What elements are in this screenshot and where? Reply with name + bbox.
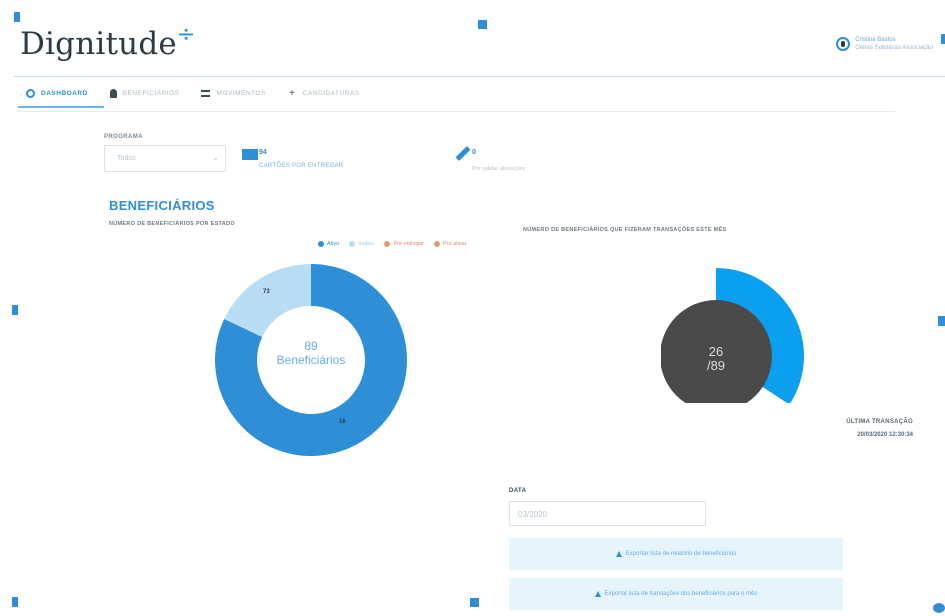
donut-total: 89 — [304, 339, 318, 353]
app-logo[interactable]: Dignitude÷ — [20, 22, 196, 62]
user-avatar-icon — [836, 37, 851, 51]
legend-swatch — [318, 241, 324, 247]
export-icon — [594, 591, 601, 597]
user-organization: Oeiras Solidárias Associação — [855, 45, 933, 51]
export-beneficiaries-label: Exportar lista de relatório de beneficiá… — [625, 551, 737, 557]
legend-item[interactable]: Por entregar — [384, 241, 424, 247]
pending-edits-link[interactable]: Por validar alterações — [472, 166, 525, 172]
export-icon — [615, 551, 622, 557]
tab-beneficiarios-label: BENEFICIÁRIOS — [122, 90, 180, 97]
logo-text: Dignitude — [20, 26, 177, 62]
pie-value: 26 — [708, 344, 724, 359]
chevron-down-icon: ⌄ — [212, 153, 219, 162]
corner-mark — [470, 598, 479, 607]
legend-swatch — [434, 241, 441, 247]
pie-chart-title: NÚMERO DE BENEFICIÁRIOS QUE FIZERAM TRAN… — [523, 227, 727, 233]
segment-value-label: 16 — [339, 419, 346, 425]
programa-select[interactable]: Todos ⌄ — [104, 145, 226, 172]
pie-chart: 26 /89 — [660, 257, 807, 412]
edits-count: 0 — [472, 149, 476, 156]
legend-item[interactable]: Por ativar — [434, 241, 467, 247]
tab-beneficiarios[interactable]: BENEFICIÁRIOS — [109, 89, 180, 98]
legend-item[interactable]: Inativo — [349, 241, 374, 247]
segment-value-label: 73 — [263, 289, 270, 295]
last-transaction-value: 20/03/2020 12:30:34 — [857, 432, 913, 438]
corner-mark — [12, 597, 18, 607]
cards-count: 94 — [259, 149, 267, 156]
pie-center-label: 26 /89 — [643, 345, 789, 373]
corner-mark — [478, 20, 487, 29]
dashboard-icon — [26, 89, 35, 98]
donut-chart: 89 Beneficiários 73 16 — [213, 262, 409, 458]
legend-item[interactable]: Ativo — [318, 241, 339, 247]
corner-mark — [14, 12, 20, 22]
export-beneficiaries-button[interactable]: Exportar lista de relatório de beneficiá… — [509, 538, 843, 570]
card-icon — [242, 149, 258, 160]
pie-total: /89 — [706, 358, 726, 373]
list-icon — [201, 90, 211, 97]
user-info: Cristina Bastos Oeiras Solidárias Associ… — [855, 36, 933, 52]
active-tab-indicator — [18, 106, 104, 108]
tab-movimentos[interactable]: MOVIMENTOS — [201, 90, 265, 97]
corner-mark — [12, 305, 18, 315]
donut-center-label: 89 Beneficiários — [213, 339, 409, 367]
plus-icon: + — [289, 88, 296, 99]
user-icon — [109, 89, 117, 98]
date-input[interactable]: 03/2020 — [509, 501, 706, 526]
tab-candidaturas[interactable]: + CANDIDATURAS — [288, 88, 360, 99]
legend-label: Ativo — [327, 241, 340, 247]
donut-legend: Ativo Inativo Por entregar Por ativar — [318, 241, 467, 247]
corner-mark — [941, 34, 945, 44]
corner-mark — [938, 316, 945, 326]
tab-movimentos-label: MOVIMENTOS — [216, 90, 266, 97]
corner-mark — [933, 603, 945, 613]
cards-to-deliver-link[interactable]: CARTÕES POR ENTREGAR — [259, 163, 344, 169]
programa-select-value: Todos — [117, 155, 136, 162]
pie-chart-svg — [660, 268, 804, 412]
legend-label: Por entregar — [393, 241, 425, 247]
legend-swatch — [384, 241, 391, 247]
pencil-icon — [455, 146, 471, 161]
donut-unit: Beneficiários — [276, 353, 346, 367]
programa-label: PROGRAMA — [104, 134, 143, 140]
legend-swatch — [349, 241, 356, 247]
last-transaction-label: ÚLTIMA TRANSAÇÃO — [846, 419, 913, 425]
main-nav: DASHBOARD BENEFICIÁRIOS MOVIMENTOS + CAN… — [26, 88, 360, 99]
user-menu[interactable]: Cristina Bastos Oeiras Solidárias Associ… — [836, 36, 933, 52]
logo-mark: ÷ — [176, 22, 196, 47]
export-transactions-button[interactable]: Exportar lista de transações dos benefic… — [509, 578, 843, 610]
export-transactions-label: Exportar lista de transações dos benefic… — [604, 591, 758, 597]
donut-chart-title: NÚMERO DE BENEFICIÁRIOS POR ESTADO — [109, 221, 235, 227]
section-title: BENEFICIÁRIOS — [109, 198, 215, 213]
legend-label: Por ativar — [443, 241, 467, 247]
tab-candidaturas-label: CANDIDATURAS — [302, 90, 360, 97]
tab-dashboard-label: DASHBOARD — [41, 90, 88, 97]
user-name: Cristina Bastos — [855, 37, 896, 43]
date-label: DATA — [509, 488, 527, 494]
tab-dashboard[interactable]: DASHBOARD — [26, 89, 88, 98]
legend-label: Inativo — [358, 241, 375, 247]
nav-divider — [18, 111, 895, 112]
header-divider — [14, 76, 945, 77]
